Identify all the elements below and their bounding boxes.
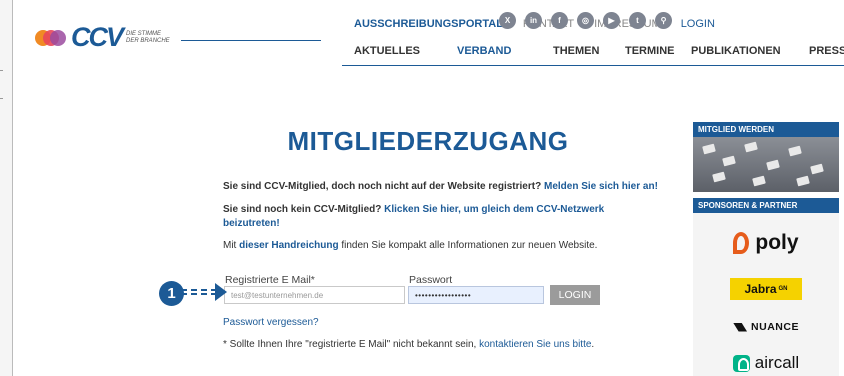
search-icon[interactable]: ⚲ xyxy=(655,12,672,29)
join-link-cont[interactable]: beizutreten! xyxy=(223,218,280,229)
mainnav-aktuelles[interactable]: AKTUELLES xyxy=(354,45,420,57)
password-label: Passwort xyxy=(409,274,453,286)
site-logo[interactable]: CCV DIE STIMME DER BRANCHE xyxy=(35,22,170,53)
edge-mark xyxy=(0,70,3,71)
guide-link[interactable]: dieser Handreichung xyxy=(239,240,338,251)
sponsor-jabra[interactable]: Jabra GN xyxy=(693,278,839,300)
mainnav-divider xyxy=(342,65,844,66)
login-button[interactable]: LOGIN xyxy=(550,285,600,305)
sponsor-header: SPONSOREN & PARTNER xyxy=(693,198,839,213)
mainnav-presse[interactable]: PRESSE xyxy=(809,45,844,57)
topnav-login[interactable]: LOGIN xyxy=(681,18,715,30)
topnav-ausschreibungsportal[interactable]: AUSSCHREIBUNGSPORTAL xyxy=(354,18,503,30)
email-label: Registrierte E Mail* xyxy=(225,274,315,286)
instagram-icon[interactable]: ◎ xyxy=(577,12,594,29)
email-field[interactable] xyxy=(224,286,405,304)
sponsor-list: poly Jabra GN NUANCE aircall xyxy=(693,213,839,376)
logo-tagline: DIE STIMME DER BRANCHE xyxy=(126,30,170,44)
contact-link[interactable]: kontaktieren Sie uns bitte xyxy=(479,339,591,350)
mainnav-termine[interactable]: TERMINE xyxy=(625,45,675,57)
logo-text: CCV xyxy=(71,22,124,52)
sponsor-aircall[interactable]: aircall xyxy=(693,353,839,373)
page-frame: CCV DIE STIMME DER BRANCHE AUSSCHREIBUNG… xyxy=(12,0,844,376)
guide-text: Mit dieser Handreichung finden Sie kompa… xyxy=(223,240,598,251)
sponsor-nuance[interactable]: NUANCE xyxy=(693,321,839,333)
twitter-icon[interactable]: t xyxy=(629,12,646,29)
mainnav-publikationen[interactable]: PUBLIKATIONEN xyxy=(691,45,781,57)
mainnav-themen[interactable]: THEMEN xyxy=(553,45,599,57)
social-icons: X in f ◎ ▶ t ⚲ xyxy=(499,12,681,29)
arrow-head-icon xyxy=(215,283,227,301)
join-text: Sie sind noch kein CCV-Mitglied? Klicken… xyxy=(223,204,605,229)
facebook-icon[interactable]: f xyxy=(551,12,568,29)
register-link[interactable]: Melden Sie sich hier an! xyxy=(544,181,658,192)
mainnav-verband[interactable]: VERBAND xyxy=(457,45,511,57)
member-photo[interactable] xyxy=(693,137,839,192)
member-header[interactable]: MITGLIED WERDEN xyxy=(693,122,839,137)
poly-logo-icon xyxy=(733,232,750,254)
sponsor-poly[interactable]: poly xyxy=(693,231,839,255)
linkedin-icon[interactable]: in xyxy=(525,12,542,29)
xing-icon[interactable]: X xyxy=(499,12,516,29)
join-link[interactable]: Klicken Sie hier, um gleich dem CCV-Netz… xyxy=(384,204,604,215)
footnote-text: * Sollte Ihnen Ihre "registrierte E Mail… xyxy=(223,339,595,350)
aircall-logo-icon xyxy=(732,354,750,372)
forgot-password-link[interactable]: Passwort vergessen? xyxy=(223,316,319,330)
nuance-logo-icon xyxy=(733,322,748,332)
register-text: Sie sind CCV-Mitglied, doch noch nicht a… xyxy=(223,181,658,192)
page-title: MITGLIEDERZUGANG xyxy=(287,126,569,156)
logo-hearts-icon xyxy=(35,27,67,49)
youtube-icon[interactable]: ▶ xyxy=(603,12,620,29)
edge-mark xyxy=(0,98,3,99)
arrow-icon xyxy=(181,289,217,295)
password-field[interactable] xyxy=(408,286,544,304)
header-divider xyxy=(181,40,321,41)
